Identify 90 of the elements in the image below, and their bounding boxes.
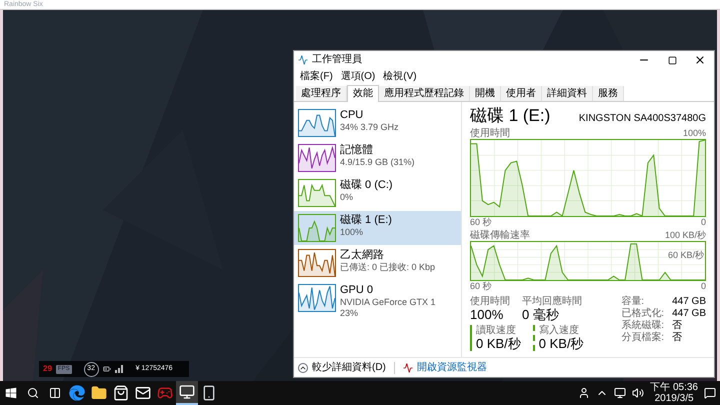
volume-icon[interactable]	[632, 387, 644, 399]
tab[interactable]: 開機	[470, 86, 501, 101]
close-icon	[694, 54, 706, 66]
tab[interactable]: 使用者	[501, 86, 542, 101]
window-title: 工作管理員	[312, 55, 362, 65]
task-view-icon	[49, 387, 61, 399]
resource-name: 磁碟 1 (E:)	[340, 214, 392, 227]
stat-value: 0 KB/秒	[476, 336, 521, 351]
gamepad-icon	[157, 385, 173, 401]
time-label: 60 秒	[470, 217, 492, 228]
battery-icon	[102, 365, 111, 373]
monitor-icon	[179, 384, 195, 400]
mini-graph	[298, 109, 336, 137]
people-icon[interactable]	[578, 387, 590, 399]
property-value: 否	[672, 332, 684, 344]
stat-label: 寫入速度	[538, 325, 580, 336]
property-label: 容量:	[621, 296, 646, 308]
chevron-up-icon	[298, 362, 308, 372]
mini-graph	[298, 179, 336, 207]
property-label: 分頁檔案:	[621, 332, 664, 344]
signal-icon	[114, 365, 124, 373]
chart-min: 0	[700, 281, 706, 292]
disk-title: 磁碟 1 (E:)	[470, 106, 550, 126]
stat-value: 100%	[470, 307, 504, 322]
disk-model: KINGSTON SA400S37480G	[578, 114, 706, 124]
folder-icon	[91, 385, 107, 401]
resource-detail: 23%	[340, 308, 360, 319]
pulse-icon	[402, 362, 413, 372]
tab[interactable]: 服務	[593, 86, 624, 101]
menu-item[interactable]: 檔案(F)	[298, 72, 335, 82]
property-label: 已格式化:	[621, 308, 664, 320]
resource-name: 記憶體	[340, 144, 374, 157]
tab[interactable]: 處理程序	[296, 86, 347, 101]
taskbar-app[interactable]	[176, 381, 198, 405]
browser-icon	[69, 385, 85, 401]
tab[interactable]: 效能	[347, 85, 379, 102]
resource-item[interactable]: 乙太網路 已傳送: 0 已接收: 0 Kbp	[294, 246, 461, 280]
menu-item[interactable]: 選項(O)	[338, 72, 378, 82]
mini-graph	[298, 214, 336, 242]
resource-item[interactable]: 磁碟 1 (E:) 100%	[294, 211, 461, 245]
clock-date: 2019/3/5	[654, 393, 694, 404]
resource-detail: 34% 3.79 GHz	[340, 122, 399, 133]
property-value: 否	[672, 320, 684, 332]
shopping-bag-icon	[113, 385, 129, 401]
notification-icon[interactable]	[704, 387, 716, 399]
resource-item[interactable]: 記憶體 4.9/15.9 GB (31%)	[294, 141, 461, 175]
chart-label: 磁碟傳輸速率	[470, 230, 530, 241]
chart-min: 0	[700, 217, 706, 228]
stat-value: 0 毫秒	[522, 307, 560, 322]
stat-value: 0 KB/秒	[538, 336, 584, 351]
resource-item[interactable]: 磁碟 0 (C:) 0%	[294, 176, 461, 210]
tab[interactable]: 詳細資料	[542, 86, 593, 101]
chart-max: 100%	[682, 128, 706, 139]
stat-label: 平均回應時間	[522, 296, 582, 307]
chart-mid-label: 60 KB/秒	[668, 251, 704, 260]
fewer-details-button[interactable]: 較少詳細資料(D)	[298, 362, 386, 372]
chart-max: 100 KB/秒	[664, 230, 706, 241]
resource-detail: 100%	[340, 227, 364, 238]
chart-label: 使用時間	[470, 128, 510, 139]
resource-name: CPU	[340, 109, 364, 122]
mini-graph	[298, 144, 336, 172]
network-icon[interactable]	[614, 387, 626, 399]
resource-detail: 0%	[340, 192, 354, 203]
resource-name: 磁碟 0 (C:)	[340, 179, 393, 192]
clock-time: 下午 05:36	[650, 382, 698, 393]
resource-detail: NVIDIA GeForce GTX 1	[340, 297, 436, 308]
resource-monitor-link[interactable]: 開啟資源監視器	[402, 362, 487, 372]
search-icon	[27, 387, 39, 399]
time-label: 60 秒	[470, 281, 492, 292]
fps-counter: 29	[43, 363, 52, 375]
app-icon	[298, 55, 308, 65]
tab[interactable]: 應用程式歷程記錄	[379, 86, 470, 101]
mini-graph	[298, 284, 336, 312]
device-icon	[201, 385, 217, 401]
resource-item[interactable]: GPU 0 NVIDIA GeForce GTX 1 23%	[294, 281, 461, 322]
windows-icon	[5, 387, 17, 399]
property-value: 447 GB	[672, 296, 706, 308]
mini-graph	[298, 249, 336, 277]
resource-name: GPU 0	[340, 284, 374, 297]
property-value: 447 GB	[672, 308, 706, 320]
resource-detail: 4.9/15.9 GB (31%)	[340, 157, 415, 168]
property-label: 系統磁碟:	[621, 320, 664, 332]
stat-label: 讀取速度	[476, 325, 517, 336]
mail-icon	[135, 385, 151, 401]
menu-item[interactable]: 檢視(V)	[381, 72, 419, 82]
stat-label: 使用時間	[470, 296, 510, 307]
resource-item[interactable]: CPU 34% 3.79 GHz	[294, 106, 461, 140]
maximize-icon	[668, 56, 676, 64]
resource-detail: 已傳送: 0 已接收: 0 Kbp	[340, 262, 436, 273]
resource-name: 乙太網路	[340, 249, 385, 262]
